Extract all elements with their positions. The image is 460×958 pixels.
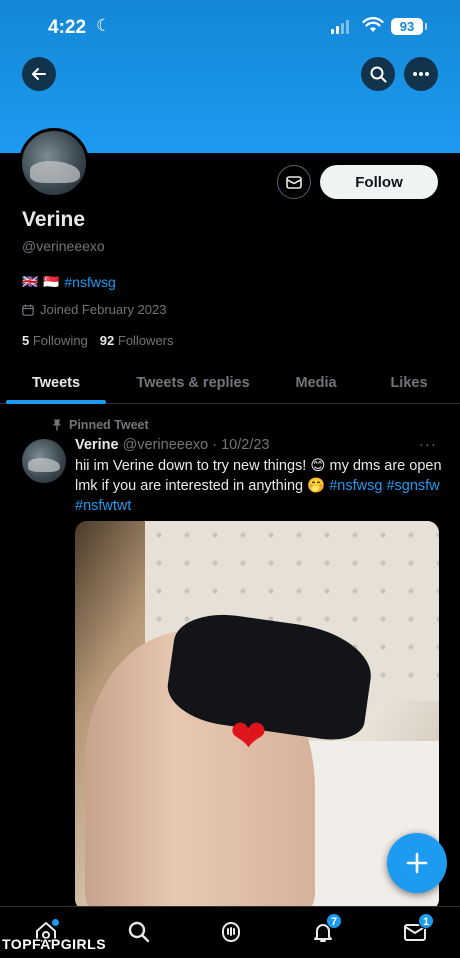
- search-icon: [128, 921, 150, 943]
- message-button[interactable]: [277, 165, 311, 199]
- tweet-hashtag-nsfwsg[interactable]: #nsfwsg: [329, 478, 382, 494]
- tab-tweets-replies-label: Tweets & replies: [136, 374, 250, 391]
- pin-icon: [53, 419, 61, 431]
- tweet-text-part1: hii im Verine down to try new things!: [75, 458, 311, 474]
- profile-handle: @verineeexo: [22, 238, 105, 254]
- tab-media-label: Media: [295, 374, 337, 391]
- messages-badge: 1: [418, 913, 434, 929]
- tab-tweets-label: Tweets: [31, 374, 81, 391]
- plus-icon: [406, 852, 428, 874]
- joined-date-text: Joined February 2023: [40, 302, 167, 317]
- following-count: 5: [22, 333, 30, 348]
- compose-tweet-button[interactable]: [387, 833, 447, 893]
- profile-tabs: Tweets Tweets & replies Media Likes: [0, 362, 460, 404]
- followers-label: Followers: [117, 333, 174, 348]
- followers-count: 92: [99, 333, 115, 348]
- search-icon: [370, 66, 386, 82]
- follow-button[interactable]: Follow: [320, 165, 438, 199]
- envelope-icon: [286, 175, 302, 189]
- shushing-emoji-icon: 🤭: [307, 478, 326, 494]
- tweet-text: hii im Verine down to try new things! 😊 …: [75, 456, 447, 516]
- profile-bio: 🇬🇧 🇸🇬 #nsfwsg: [22, 274, 116, 290]
- calendar-icon: [22, 304, 34, 316]
- status-bar: 4:22 ☾ 93: [0, 0, 460, 56]
- cellular-signal-icon: [331, 20, 349, 34]
- arrow-left-icon: [32, 68, 46, 80]
- tab-tweets-replies[interactable]: Tweets & replies: [112, 362, 274, 403]
- tab-likes-label: Likes: [390, 374, 428, 391]
- heart-sticker-icon: ❤: [230, 712, 267, 761]
- follow-stats: 5 Following 92 Followers: [22, 333, 174, 348]
- nav-messages[interactable]: 1: [400, 913, 434, 947]
- tweet-author-avatar[interactable]: [22, 439, 66, 483]
- tab-tweets[interactable]: Tweets: [0, 362, 112, 404]
- back-button[interactable]: [22, 57, 56, 91]
- nav-notifications[interactable]: 7: [308, 913, 342, 947]
- watermark: TOPFAPGIRLS: [2, 936, 107, 952]
- tweet-more-button[interactable]: ···: [419, 436, 437, 453]
- moon-icon: ☾: [96, 16, 112, 35]
- joined-date: Joined February 2023: [22, 302, 166, 317]
- followers-link[interactable]: 92 Followers: [100, 333, 174, 348]
- tab-media[interactable]: Media: [274, 362, 358, 403]
- battery-indicator: 93: [391, 18, 427, 35]
- following-label: Following: [32, 333, 88, 348]
- pinned-tweet-label: Pinned Tweet: [52, 418, 149, 432]
- search-button[interactable]: [361, 57, 395, 91]
- microphone-icon: [222, 922, 240, 942]
- singapore-flag-icon: 🇸🇬: [43, 274, 60, 289]
- status-time: 4:22: [48, 17, 87, 38]
- following-link[interactable]: 5 Following: [22, 333, 88, 348]
- nav-search[interactable]: [124, 917, 154, 947]
- profile-display-name: Verine: [22, 208, 86, 231]
- bio-hashtag-link[interactable]: #nsfwsg: [64, 274, 115, 290]
- more-options-button[interactable]: [404, 57, 438, 91]
- uk-flag-icon: 🇬🇧: [22, 274, 39, 289]
- tab-likes[interactable]: Likes: [358, 362, 460, 403]
- tweet-handle-date: @verineeexo · 10/2/23: [122, 437, 270, 453]
- tweet-media-image[interactable]: ❤: [75, 521, 439, 911]
- nav-spaces[interactable]: [216, 917, 246, 947]
- notifications-badge: 7: [326, 913, 342, 929]
- wifi-icon: [362, 17, 384, 32]
- tweet-header: Verine @verineeexo · 10/2/23: [75, 437, 269, 453]
- pinned-tweet-text: Pinned Tweet: [69, 418, 149, 432]
- tweet-author-name[interactable]: Verine: [75, 437, 119, 453]
- home-new-dot: [52, 919, 59, 926]
- profile-avatar[interactable]: [19, 128, 89, 198]
- smile-emoji-icon: 😊: [310, 458, 326, 474]
- ellipsis-icon: [413, 72, 429, 76]
